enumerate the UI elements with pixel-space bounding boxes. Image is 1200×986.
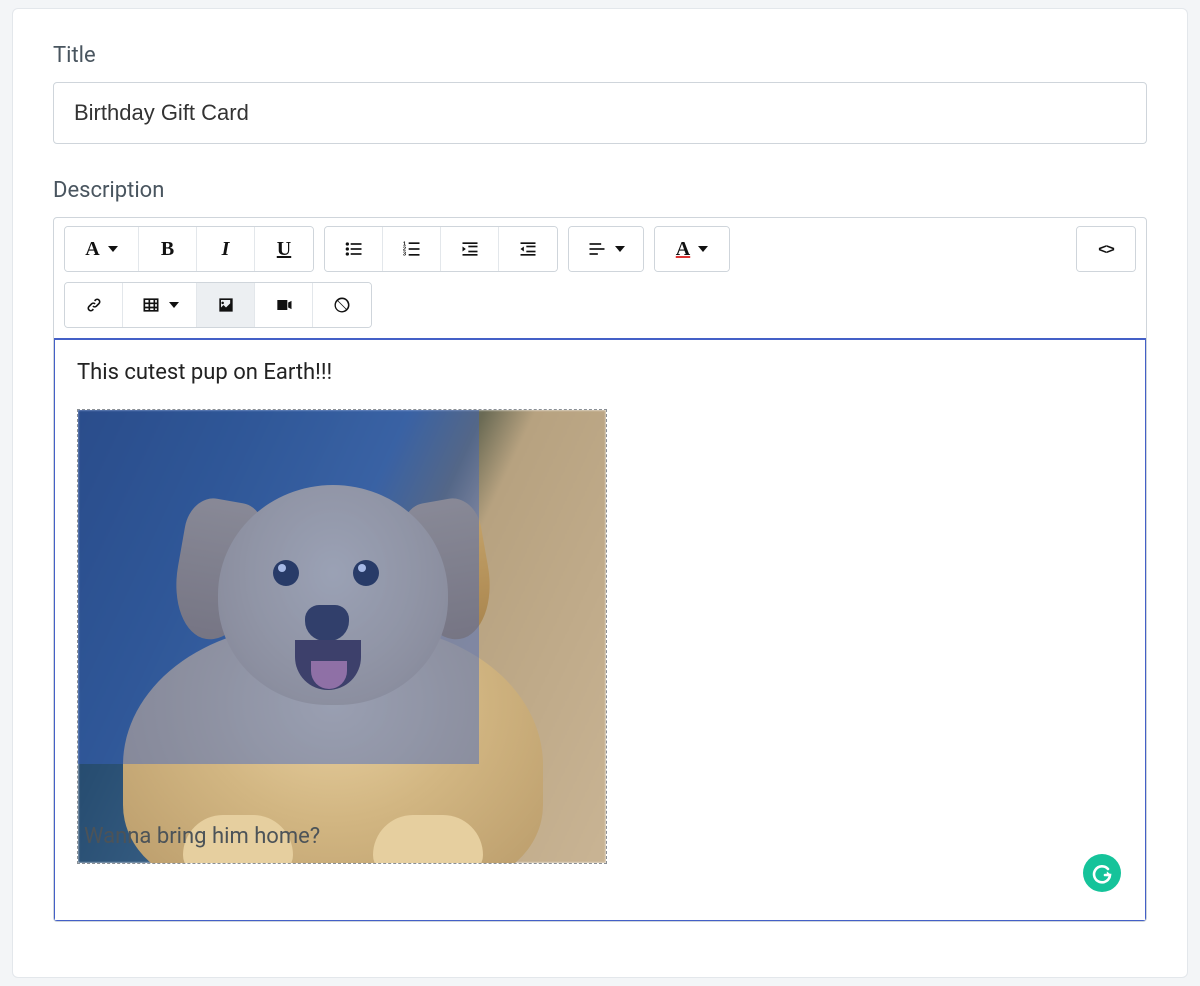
- numbered-list-button[interactable]: 123: [383, 227, 441, 271]
- svg-text:3: 3: [402, 252, 406, 258]
- align-button[interactable]: [569, 227, 643, 271]
- source-group: <>: [1076, 226, 1136, 272]
- bold-button[interactable]: B: [139, 227, 197, 271]
- underline-button[interactable]: U: [255, 227, 313, 271]
- ban-icon: [332, 295, 352, 315]
- color-group: A: [654, 226, 730, 272]
- description-label: Description: [53, 178, 1147, 203]
- image-button[interactable]: [197, 283, 255, 327]
- italic-button[interactable]: I: [197, 227, 255, 271]
- link-button[interactable]: [65, 283, 123, 327]
- code-glyph: <>: [1098, 241, 1114, 258]
- indent-button[interactable]: [499, 227, 557, 271]
- source-code-button[interactable]: <>: [1077, 227, 1135, 271]
- image-subject: [123, 465, 543, 864]
- video-icon: [274, 295, 294, 315]
- rich-text-editor: A B I U: [53, 217, 1147, 922]
- chevron-down-icon: [698, 246, 708, 252]
- editor-caption: Wanna bring him home?: [84, 824, 320, 849]
- font-group: A B I U: [64, 226, 314, 272]
- font-style-button[interactable]: A: [65, 227, 139, 271]
- bullet-list-icon: [344, 239, 364, 259]
- link-icon: [84, 295, 104, 315]
- bullet-list-button[interactable]: [325, 227, 383, 271]
- image-icon: [216, 295, 236, 315]
- inserted-image[interactable]: Wanna bring him home?: [77, 409, 607, 864]
- form-card: Title Description A B I: [12, 8, 1188, 978]
- chevron-down-icon: [169, 302, 179, 308]
- table-icon: [141, 295, 161, 315]
- editor-toolbar: A B I U: [54, 218, 1146, 339]
- list-group: 123: [324, 226, 558, 272]
- text-color-button[interactable]: A: [655, 227, 729, 271]
- bold-glyph: B: [161, 238, 174, 261]
- title-input[interactable]: [53, 82, 1147, 144]
- description-field-group: Description A B I: [53, 178, 1147, 922]
- grammarly-icon: [1090, 861, 1114, 885]
- grammarly-badge[interactable]: [1083, 854, 1121, 892]
- editor-content-area[interactable]: This cutest pup on Earth!!!: [53, 338, 1147, 922]
- numbered-list-icon: 123: [402, 239, 422, 259]
- align-group: [568, 226, 644, 272]
- table-button[interactable]: [123, 283, 197, 327]
- italic-glyph: I: [222, 238, 230, 261]
- chevron-down-icon: [615, 246, 625, 252]
- outdent-icon: [460, 239, 480, 259]
- clear-format-button[interactable]: [313, 283, 371, 327]
- insert-group: [64, 282, 372, 328]
- editor-line-1: This cutest pup on Earth!!!: [77, 360, 1123, 385]
- indent-icon: [518, 239, 538, 259]
- align-left-icon: [587, 239, 607, 259]
- title-field-group: Title: [53, 43, 1147, 144]
- video-button[interactable]: [255, 283, 313, 327]
- text-color-glyph: A: [676, 238, 690, 261]
- chevron-down-icon: [108, 246, 118, 252]
- outdent-button[interactable]: [441, 227, 499, 271]
- title-label: Title: [53, 43, 1147, 68]
- font-style-glyph: A: [85, 238, 99, 261]
- underline-glyph: U: [277, 238, 291, 261]
